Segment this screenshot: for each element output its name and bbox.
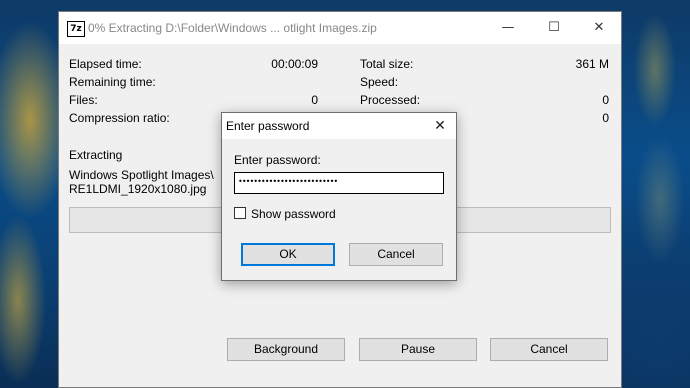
password-prompt-label: Enter password: xyxy=(234,153,321,167)
dialog-title-bar[interactable]: Enter password ✕ xyxy=(222,113,456,139)
elapsed-time-value: 00:00:09 xyxy=(271,57,318,71)
password-input[interactable]: •••••••••••••••••••••••••• xyxy=(234,172,444,194)
show-password-checkbox[interactable] xyxy=(234,207,246,219)
total-size-value: 361 M xyxy=(575,57,609,71)
maximize-button[interactable]: ☐ xyxy=(531,12,577,44)
close-button[interactable]: ✕ xyxy=(576,12,622,44)
dialog-cancel-button[interactable]: Cancel xyxy=(349,243,443,266)
dialog-close-button[interactable]: ✕ xyxy=(424,113,456,139)
minimize-button[interactable]: — xyxy=(485,12,531,44)
files-label: Files: xyxy=(69,93,98,107)
compression-ratio-label: Compression ratio: xyxy=(69,111,170,125)
background-button[interactable]: Background xyxy=(227,338,345,361)
cancel-button[interactable]: Cancel xyxy=(490,338,608,361)
title-bar[interactable]: 7z 0% Extracting D:\Folder\Windows ... o… xyxy=(59,12,621,44)
current-file-path: Windows Spotlight Images\ xyxy=(69,168,214,182)
elapsed-time-label: Elapsed time: xyxy=(69,57,142,71)
extracting-label: Extracting xyxy=(69,148,123,162)
packed-size-value: 0 xyxy=(602,111,609,125)
files-value: 0 xyxy=(311,93,318,107)
pause-button[interactable]: Pause xyxy=(359,338,477,361)
total-size-label: Total size: xyxy=(360,57,414,71)
remaining-time-label: Remaining time: xyxy=(69,75,156,89)
enter-password-dialog: Enter password ✕ Enter password: •••••••… xyxy=(221,112,457,281)
dialog-title: Enter password xyxy=(226,119,310,133)
current-file-name: RE1LDMI_1920x1080.jpg xyxy=(69,182,207,196)
processed-value: 0 xyxy=(602,93,609,107)
window-title: 0% Extracting D:\Folder\Windows ... otli… xyxy=(88,21,377,35)
speed-label: Speed: xyxy=(360,75,399,89)
7zip-app-icon: 7z xyxy=(67,21,85,37)
processed-label: Processed: xyxy=(360,93,421,107)
ok-button[interactable]: OK xyxy=(241,243,335,266)
show-password-label[interactable]: Show password xyxy=(251,207,336,221)
